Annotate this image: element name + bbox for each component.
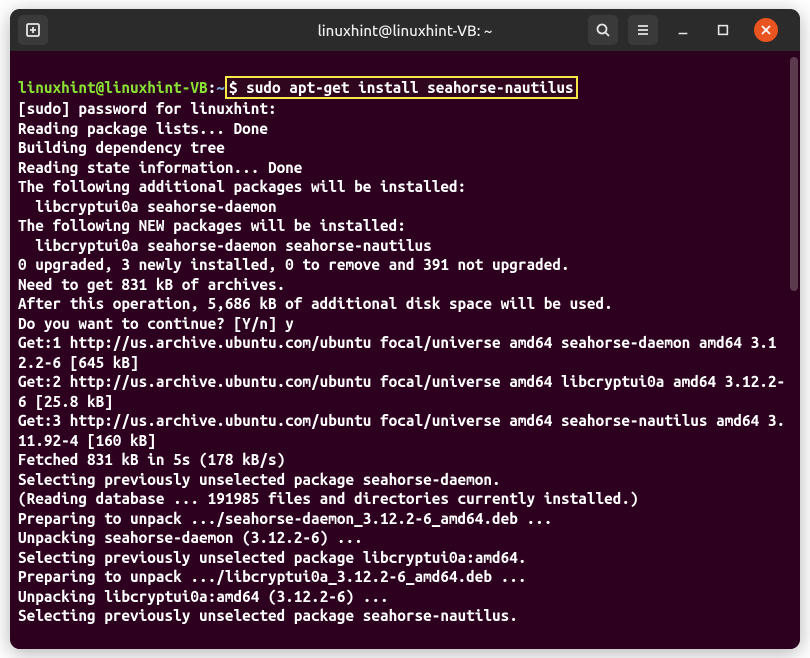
close-icon [760,24,772,36]
terminal-body[interactable]: linuxhint@linuxhint-VB:~$ sudo apt-get i… [10,51,800,649]
new-tab-button[interactable] [18,15,48,45]
minimize-button[interactable] [668,15,698,45]
maximize-button[interactable] [708,15,738,45]
highlighted-command: $ sudo apt-get install seahorse-nautilus [225,76,578,100]
prompt-colon: : [208,79,217,96]
terminal-content: linuxhint@linuxhint-VB:~$ sudo apt-get i… [18,57,790,626]
terminal-window: linuxhint@linuxhint-VB: ~ linuxhint@linu… [10,9,800,649]
maximize-icon [716,23,730,37]
search-icon [595,22,611,38]
new-tab-icon [25,22,41,38]
prompt-user-host: linuxhint@linuxhint-VB [18,79,208,96]
titlebar: linuxhint@linuxhint-VB: ~ [10,9,800,51]
minimize-icon [676,23,690,37]
menu-button[interactable] [628,15,658,45]
hamburger-icon [635,22,651,38]
search-button[interactable] [588,15,618,45]
scrollbar-thumb[interactable] [790,57,798,291]
terminal-output: [sudo] password for linuxhint: Reading p… [18,100,785,624]
close-button[interactable] [754,18,778,42]
scrollbar[interactable] [790,57,798,643]
prompt-path: ~ [216,79,225,96]
